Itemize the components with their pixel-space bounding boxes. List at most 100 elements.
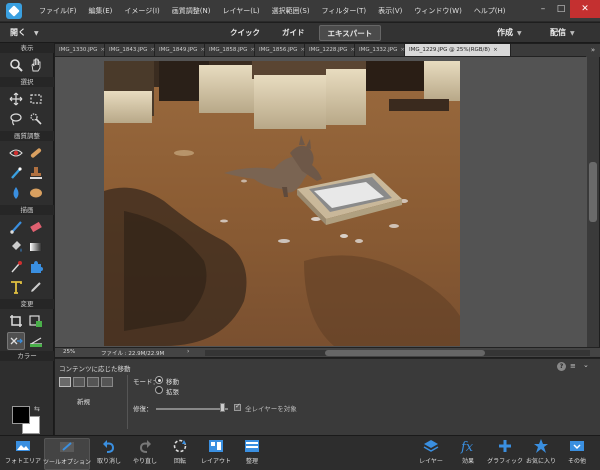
photo-bin-label: フォトエリア [5, 458, 42, 465]
add-selection-button[interactable] [73, 377, 85, 387]
share-button[interactable]: 配信 ▼ [550, 25, 575, 41]
horizontal-scroll-thumb[interactable] [325, 350, 485, 356]
document-tab[interactable]: IMG_1849.JPG × [155, 44, 205, 56]
menu-image[interactable]: イメージ(I) [118, 0, 165, 22]
menu-view[interactable]: 表示(V) [372, 0, 408, 22]
status-bar: 25% ファイル : 22.9M/22.9M › [55, 347, 600, 357]
minimize-icon[interactable]: – [534, 0, 552, 18]
brush-tool[interactable] [7, 218, 25, 236]
spot-heal-tool[interactable] [27, 144, 45, 162]
menu-window[interactable]: ウィンドウ(W) [408, 0, 467, 22]
recompose-tool[interactable] [27, 312, 45, 330]
intersect-selection-button[interactable] [101, 377, 113, 387]
clone-stamp-tool[interactable] [27, 164, 45, 182]
move-tool[interactable] [7, 90, 25, 108]
redo-button[interactable]: やり直し [130, 438, 160, 470]
layers-button[interactable]: レイヤー [416, 438, 446, 470]
lasso-tool[interactable] [7, 110, 25, 128]
vertical-scroll-thumb[interactable] [589, 162, 597, 222]
document-tab[interactable]: IMG_1843.JPG × [105, 44, 155, 56]
layers-label: レイヤー [419, 458, 443, 465]
menu-help[interactable]: ヘルプ(H) [468, 0, 512, 22]
mode-move-radio[interactable] [155, 376, 163, 384]
help-icon[interactable]: ? [557, 362, 566, 371]
tool-options-button[interactable]: ツールオプション [43, 438, 91, 470]
canvas-area[interactable] [55, 57, 587, 347]
all-layers-checkbox[interactable] [234, 402, 241, 411]
straighten-tool[interactable] [27, 332, 45, 350]
swap-colors-icon[interactable]: ⇆ [34, 405, 42, 413]
organize-button[interactable]: 整理 [238, 438, 266, 470]
new-selection-button[interactable] [59, 377, 71, 387]
document-tab-active[interactable]: IMG_1229.JPG @ 25%(RGB/8) × [405, 44, 511, 56]
quick-select-tool[interactable] [27, 110, 45, 128]
tab-guided[interactable]: ガイド [274, 25, 313, 41]
content-aware-move-tool[interactable] [7, 332, 25, 350]
menu-filter[interactable]: フィルター(T) [316, 0, 373, 22]
menu-file[interactable]: ファイル(F) [33, 0, 83, 22]
collapse-panel-icon[interactable]: ⌄ [583, 361, 589, 369]
healing-slider-thumb[interactable] [220, 403, 226, 412]
tab-quick[interactable]: クイック [222, 25, 268, 41]
document-tab-label: IMG_1228.JPG [309, 47, 348, 53]
document-tab[interactable]: IMG_1856.JPG × [255, 44, 305, 56]
tab-expert[interactable]: エキスパート [318, 25, 382, 41]
eraser-tool[interactable] [27, 218, 45, 236]
close-icon[interactable]: ✕ [570, 0, 600, 18]
favorites-button[interactable]: お気に入り [524, 438, 558, 470]
document-tab[interactable]: IMG_1228.JPG × [305, 44, 355, 56]
smart-brush-tool[interactable] [7, 164, 25, 182]
create-button[interactable]: 作成 ▼ [497, 25, 522, 41]
effects-button[interactable]: fx 効果 [454, 438, 482, 470]
panel-menu-icon[interactable]: ≡ [570, 362, 576, 370]
hand-tool[interactable] [27, 56, 45, 74]
custom-shape-tool[interactable] [27, 258, 45, 276]
subtract-selection-button[interactable] [87, 377, 99, 387]
more-button[interactable]: その他 [562, 438, 592, 470]
tabs-overflow-icon[interactable]: » [586, 44, 600, 57]
document-tab[interactable]: IMG_1332.JPG × [355, 44, 405, 56]
layers-icon [423, 440, 439, 452]
type-tool[interactable] [7, 278, 25, 296]
window-controls: – □ ✕ [534, 0, 600, 18]
layout-button[interactable]: レイアウト [200, 438, 232, 470]
undo-button[interactable]: 取り消し [94, 438, 124, 470]
healing-slider[interactable] [156, 408, 228, 410]
foreground-color-swatch[interactable] [12, 406, 30, 424]
close-tab-icon[interactable]: × [493, 47, 498, 53]
share-button-label: 配信 [550, 28, 566, 37]
red-eye-tool[interactable] [7, 144, 25, 162]
blur-tool[interactable] [7, 184, 25, 202]
paint-bucket-tool[interactable] [7, 238, 25, 256]
vertical-scrollbar[interactable] [587, 57, 599, 347]
crop-tool[interactable] [7, 312, 25, 330]
menu-layer[interactable]: レイヤー(L) [216, 0, 265, 22]
menu-select[interactable]: 選択範囲(S) [266, 0, 316, 22]
photo-bin-button[interactable]: フォトエリア [5, 438, 42, 470]
menu-edit[interactable]: 編集(E) [83, 0, 119, 22]
graphics-button[interactable]: グラフィック [487, 438, 523, 470]
section-select-label: 選択 [0, 77, 54, 87]
open-button[interactable]: 開く ▼ [10, 25, 39, 41]
zoom-readout[interactable]: 25% [63, 349, 75, 355]
eye-icon [9, 149, 23, 157]
pencil-tool[interactable] [27, 278, 45, 296]
document-tab[interactable]: IMG_1330.JPG × [55, 44, 105, 56]
horizontal-scrollbar[interactable] [205, 350, 590, 356]
maximize-icon[interactable]: □ [552, 0, 570, 18]
rect-marquee-tool[interactable] [27, 90, 45, 108]
sponge-tool[interactable] [27, 184, 45, 202]
document-tab-label: IMG_1330.JPG [59, 47, 98, 53]
zoom-tool[interactable] [7, 56, 25, 74]
eyedropper-tool[interactable] [7, 258, 25, 276]
status-menu-arrow-icon[interactable]: › [187, 348, 189, 355]
document-tab[interactable]: IMG_1858.JPG × [205, 44, 255, 56]
gradient-tool[interactable] [27, 238, 45, 256]
photo-canvas[interactable] [104, 61, 460, 346]
rotate-button[interactable]: 回転 [166, 438, 194, 470]
mode-extend-radio[interactable] [155, 386, 163, 394]
lasso-icon [10, 113, 22, 126]
menu-enhance[interactable]: 画質調整(N) [166, 0, 217, 22]
zoom-icon [10, 59, 23, 72]
svg-text:fx: fx [460, 440, 474, 454]
